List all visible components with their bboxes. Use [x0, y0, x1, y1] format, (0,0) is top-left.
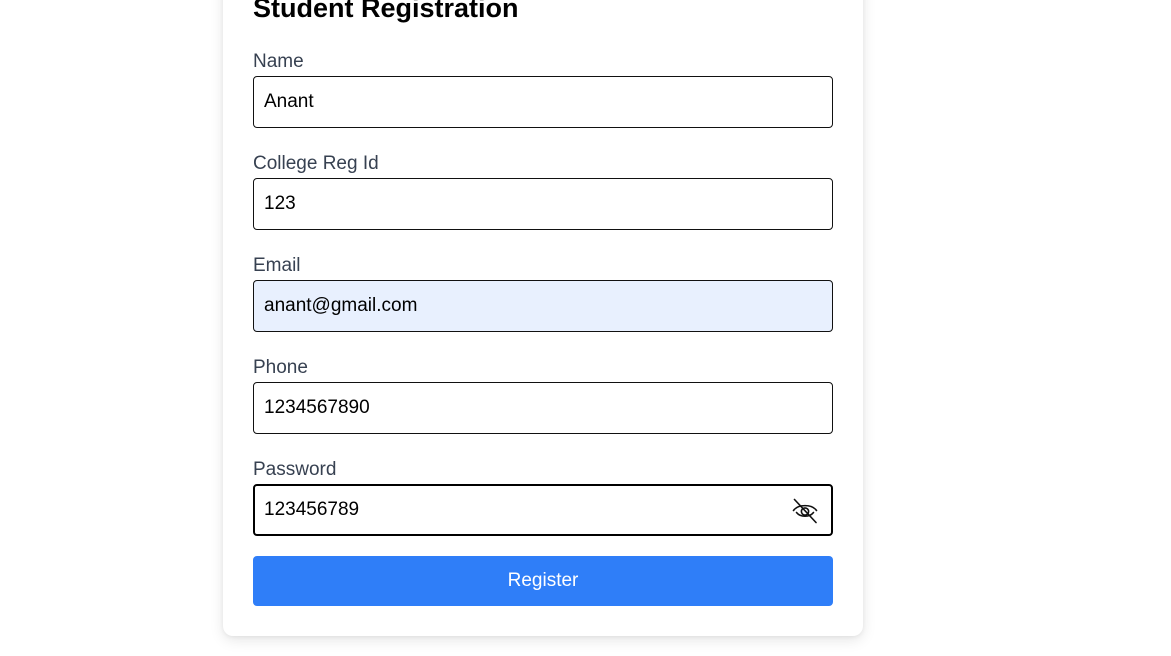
name-label: Name — [253, 51, 304, 72]
password-input[interactable]: 123456789 — [253, 484, 833, 536]
eye-off-icon[interactable] — [791, 498, 819, 524]
name-input[interactable]: Anant — [253, 76, 833, 128]
register-button[interactable]: Register — [253, 556, 833, 606]
name-input-value: Anant — [264, 91, 314, 112]
password-label: Password — [253, 459, 337, 480]
password-input-value: 123456789 — [264, 499, 360, 520]
email-input[interactable]: anant@gmail.com — [253, 280, 833, 332]
college-reg-id-input-value: 123 — [264, 193, 296, 214]
college-reg-id-label: College Reg Id — [253, 153, 379, 174]
phone-label: Phone — [253, 357, 308, 378]
email-label: Email — [253, 255, 301, 276]
page-title: Student Registration — [253, 0, 519, 23]
phone-input[interactable]: 1234567890 — [253, 382, 833, 434]
email-input-value: anant@gmail.com — [264, 295, 418, 316]
phone-input-value: 1234567890 — [264, 397, 370, 418]
college-reg-id-input[interactable]: 123 — [253, 178, 833, 230]
